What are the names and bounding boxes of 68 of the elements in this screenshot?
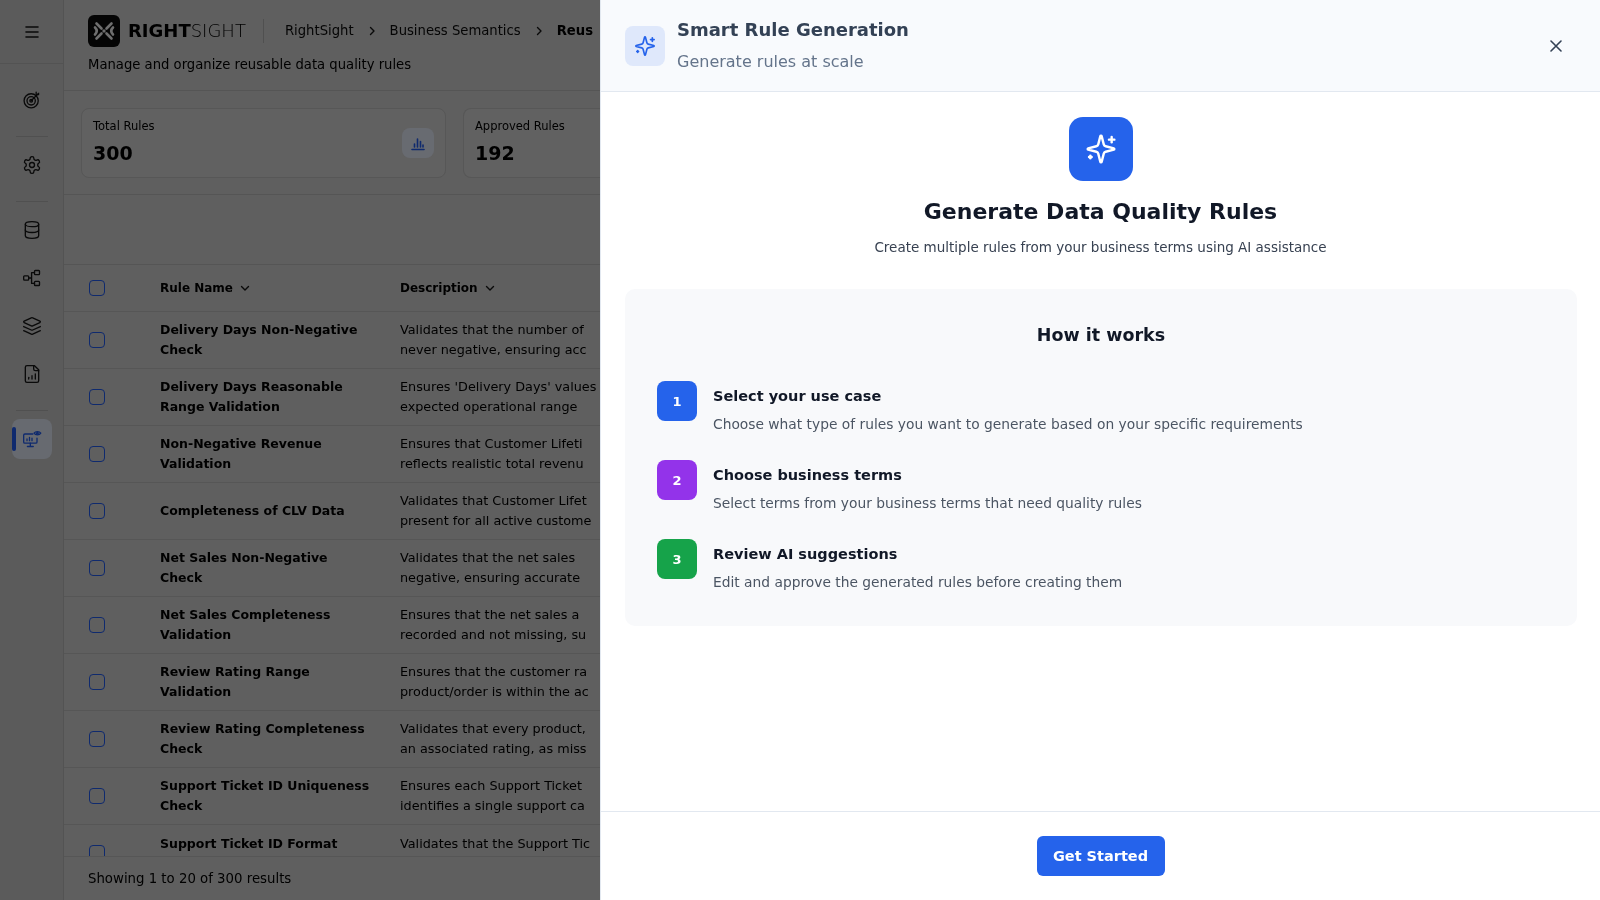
rule-description: Validates that the net sales negative, ensuring accurate — [400, 549, 580, 587]
sidebar-nav-button[interactable] — [11, 419, 52, 459]
breadcrumb-link[interactable]: RightSight — [284, 22, 354, 40]
column-header[interactable]: Description — [400, 279, 496, 297]
select-all-checkbox[interactable] — [89, 280, 105, 296]
rule-name: Non-Negative Revenue Validation — [160, 435, 323, 473]
layers-icon — [21, 316, 42, 336]
row-checkbox[interactable] — [89, 617, 105, 633]
rule-description: Ensures each Support Ticket identifies a single support ca — [400, 777, 585, 815]
get-started-button[interactable]: Get Started — [1036, 836, 1165, 876]
panel-title: Smart Rule Generation — [677, 18, 909, 42]
sparkles-icon — [1068, 117, 1133, 181]
row-checkbox[interactable] — [89, 560, 105, 576]
rule-description: Validates that Customer Lifet present for all active custome — [400, 492, 592, 530]
stat-label: Approved Rules — [475, 118, 565, 134]
row-checkbox[interactable] — [89, 503, 105, 519]
brand-wordmark: RIGHTSIGHT — [128, 19, 246, 43]
logo-icon — [88, 15, 120, 47]
stat-value: 192 — [475, 141, 516, 166]
breadcrumb-link[interactable]: Business Semantics — [389, 22, 521, 40]
step-description: Select terms from your business terms that need quality rules — [713, 494, 1142, 513]
stat-label: Total Rules — [93, 118, 155, 134]
step-description: Choose what type of rules you want to generate based on your specific requirements — [713, 415, 1303, 434]
results-summary: Showing 1 to 20 of 300 results — [64, 856, 600, 900]
page-subtitle: Manage and organize reusable data quality rules — [88, 56, 413, 74]
rule-description: Validates that the number of never negative, ensuring acc — [400, 321, 587, 359]
step-title: Choose business terms — [713, 466, 903, 485]
close-icon — [1550, 39, 1562, 52]
row-checkbox[interactable] — [89, 674, 105, 690]
panel-description: Create multiple rules from your business terms using AI assistance — [874, 238, 1327, 257]
rule-name: Net Sales Non-Negative Check — [160, 549, 329, 587]
step-title: Review AI suggestions — [713, 545, 899, 564]
rule-name: Delivery Days Reasonable Range Validation — [160, 378, 344, 416]
rule-description: Validates that the Support Tic — [400, 835, 591, 853]
rule-description: Ensures that the customer ra product/order is within the ac — [400, 663, 589, 701]
row-checkbox[interactable] — [89, 332, 105, 348]
sparkles-icon — [625, 25, 665, 66]
row-checkbox[interactable] — [89, 446, 105, 462]
rule-name: Support Ticket ID Format — [160, 835, 339, 853]
target-icon — [21, 90, 42, 110]
step-title: Select your use case — [713, 387, 883, 406]
gear-icon — [21, 155, 42, 175]
column-header[interactable]: Rule Name — [160, 279, 251, 297]
rule-description: Ensures that Customer Lifeti reflects realistic total revenu — [400, 435, 584, 473]
breadcrumb-current: Reus — [556, 22, 593, 40]
panel-heading: Generate Data Quality Rules — [923, 198, 1278, 226]
step-number-badge: 2 — [657, 460, 697, 500]
step-description: Edit and approve the generated rules before creating them — [713, 573, 1123, 592]
rule-name: Review Rating Completeness Check — [160, 720, 366, 758]
row-checkbox[interactable] — [89, 389, 105, 405]
rule-description: Ensures 'Delivery Days' values expected operational range — [400, 378, 597, 416]
rule-description: Validates that every product, an associated rating, as miss — [400, 720, 587, 758]
connected-nodes-icon — [21, 268, 42, 288]
stat-value: 300 — [93, 141, 134, 166]
rule-name: Net Sales Completeness Validation — [160, 606, 332, 644]
step-number-badge: 1 — [657, 381, 697, 421]
step-number-badge: 3 — [657, 539, 697, 579]
rule-name: Delivery Days Non-Negative Check — [160, 321, 359, 359]
rule-description: Ensures that the net sales a recorded and not missing, su — [400, 606, 587, 644]
row-checkbox[interactable] — [89, 731, 105, 747]
rule-name: Completeness of CLV Data — [160, 502, 346, 520]
rule-name: Review Rating Range Validation — [160, 663, 311, 701]
monitor-eye-icon — [21, 429, 42, 449]
row-checkbox[interactable] — [89, 788, 105, 804]
section-title: How it works — [1036, 324, 1166, 347]
panel-subtitle: Generate rules at scale — [677, 51, 864, 73]
menu-icon — [24, 25, 39, 38]
rule-name: Support Ticket ID Uniqueness Check — [160, 777, 371, 815]
